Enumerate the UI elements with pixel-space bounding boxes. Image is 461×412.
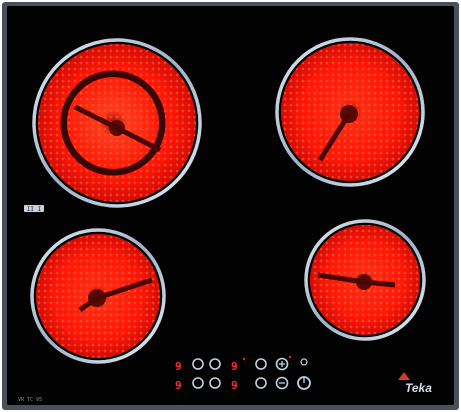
display-zone-4: 9	[231, 379, 238, 392]
display-zone-3: 9	[175, 379, 182, 392]
cooking-zone-back-right[interactable]	[275, 37, 425, 187]
indicator-dot	[242, 357, 246, 361]
display-zone-1: 9	[175, 360, 182, 373]
cooktop-svg: II I VR TC 95 9 9 9 9 Teka	[0, 0, 461, 412]
ceramic-cooktop: II I VR TC 95 9 9 9 9 Teka	[0, 0, 461, 412]
model-label: VR TC 95	[18, 397, 42, 403]
cooking-zone-front-right[interactable]	[304, 219, 426, 341]
svg-text:II I: II I	[27, 206, 42, 213]
cooking-zone-front-left[interactable]	[30, 228, 166, 364]
zone-indicator-badge: II I	[24, 205, 44, 213]
indicator-dot	[288, 355, 292, 359]
svg-text:Teka: Teka	[405, 381, 432, 395]
display-zone-2: 9	[231, 360, 238, 373]
cooking-zone-back-left[interactable]	[32, 38, 202, 208]
